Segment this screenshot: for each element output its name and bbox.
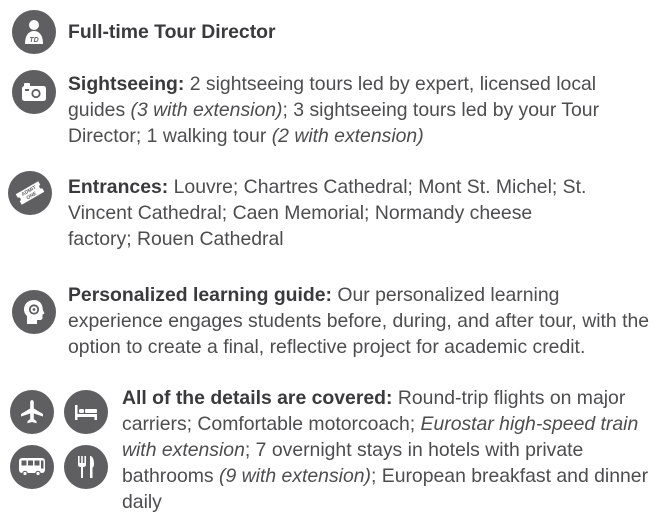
item-text: Personalized learning guide: Our persona…	[68, 282, 658, 360]
tour-director-icon: TD	[12, 10, 56, 54]
item-text: Sightseeing: 2 sightseeing tours led by …	[68, 71, 652, 149]
camera-icon	[12, 70, 56, 114]
segment-italic: (3 with extension)	[130, 99, 283, 121]
admission-ticket-icon: ADMIT ONE	[8, 171, 52, 215]
segment-italic: (2 with extension)	[271, 125, 424, 147]
item-label: All of the details are covered:	[122, 387, 393, 409]
learning-head-icon	[12, 290, 56, 334]
item-label: Entrances:	[68, 176, 169, 198]
item-label: Personalized learning guide:	[68, 284, 332, 306]
bed-icon	[64, 390, 108, 434]
item-label: Sightseeing:	[68, 73, 185, 95]
item-text: All of the details are covered: Round-tr…	[122, 385, 656, 515]
airplane-icon	[10, 390, 54, 434]
svg-text:TD: TD	[29, 37, 38, 44]
item-title: Full-time Tour Director	[68, 21, 276, 43]
utensils-icon	[64, 445, 108, 489]
item-text: Entrances: Louvre; Chartres Cathedral; M…	[68, 174, 588, 252]
bus-icon	[10, 445, 54, 489]
segment-italic: (9 with extension)	[219, 465, 371, 487]
